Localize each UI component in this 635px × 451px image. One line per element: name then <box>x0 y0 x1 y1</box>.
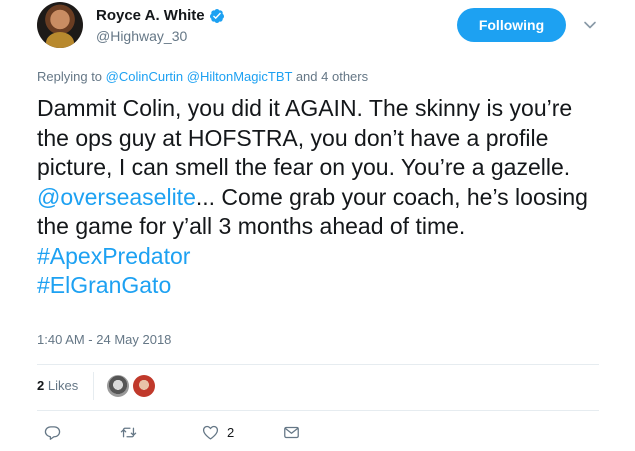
tweet-timestamp[interactable]: 1:40 AM - 24 May 2018 <box>37 332 171 347</box>
reply-button[interactable] <box>44 424 61 441</box>
direct-message-button[interactable] <box>283 424 300 441</box>
reply-context: Replying to @ColinCurtin @HiltonMagicTBT… <box>37 69 368 84</box>
liker-avatar[interactable] <box>107 375 129 397</box>
direct-message-icon <box>284 426 299 439</box>
divider <box>37 364 599 365</box>
reply-prefix: Replying to <box>37 69 106 84</box>
liker-avatar[interactable] <box>133 375 155 397</box>
mention-link[interactable]: @overseaselite <box>37 184 196 210</box>
reply-icon <box>44 426 61 440</box>
tweet-text: Dammit Colin, you did it AGAIN. The skin… <box>37 94 607 301</box>
retweet-icon <box>120 427 137 438</box>
caret-down-icon[interactable] <box>583 18 597 32</box>
author-avatar[interactable] <box>37 2 83 48</box>
likes-label: Likes <box>44 378 79 393</box>
like-button[interactable]: 2 <box>202 424 234 441</box>
tweet-text-part: Dammit Colin, you did it AGAIN. The skin… <box>37 95 573 180</box>
retweet-button[interactable] <box>120 424 137 441</box>
heart-icon <box>202 425 219 440</box>
likes-stat[interactable]: 2 Likes <box>37 378 78 393</box>
author-handle[interactable]: @Highway_30 <box>96 28 187 44</box>
reply-suffix[interactable]: and 4 others <box>292 69 368 84</box>
following-button[interactable]: Following <box>457 8 566 42</box>
author-name-row[interactable]: Royce A. White <box>96 7 225 24</box>
likes-separator <box>93 372 94 400</box>
verified-badge-icon <box>209 8 224 23</box>
divider <box>37 410 599 411</box>
reply-mention-link[interactable]: @HiltonMagicTBT <box>187 69 292 84</box>
reply-mention-link[interactable]: @ColinCurtin <box>106 69 184 84</box>
hashtag-link[interactable]: #ElGranGato <box>37 272 171 298</box>
like-count: 2 <box>227 425 235 440</box>
hashtag-link[interactable]: #ApexPredator <box>37 243 190 269</box>
author-name[interactable]: Royce A. White <box>96 7 205 24</box>
tweet-actions: 2 <box>0 424 635 444</box>
